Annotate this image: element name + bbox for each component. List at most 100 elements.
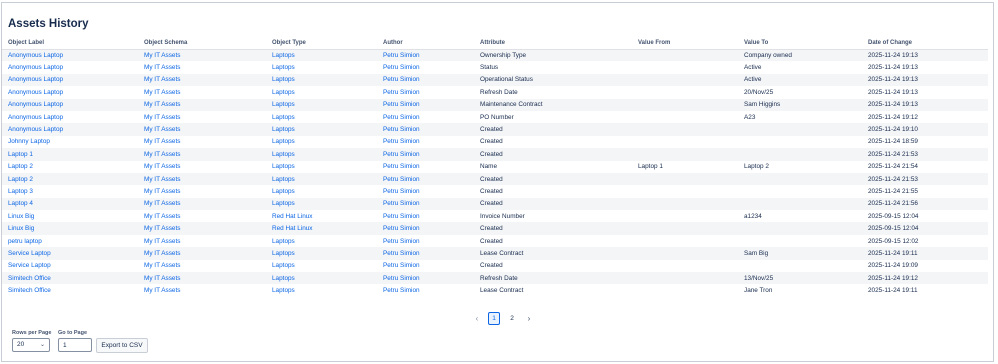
rows-per-page-select[interactable]: 20 ⌄ [12,338,50,352]
object-type-cell[interactable]: Laptops [266,284,377,297]
object-schema-cell[interactable]: My IT Assets [138,185,266,198]
object-type-cell[interactable]: Red Hat Linux [266,222,377,235]
author-cell[interactable]: Petru Simion [377,98,474,111]
object-type-cell[interactable]: Laptops [266,86,377,99]
object-label-cell[interactable]: Simitech Office [2,272,138,285]
object-type-cell[interactable]: Laptops [266,98,377,111]
object-schema-cell[interactable]: My IT Assets [138,272,266,285]
author-cell[interactable]: Petru Simion [377,222,474,235]
author-cell[interactable]: Petru Simion [377,272,474,285]
object-schema-cell[interactable]: My IT Assets [138,284,266,297]
date-of-change-cell: 2025-11-24 18:59 [862,135,988,149]
author-cell[interactable]: Petru Simion [377,110,474,124]
object-label-cell[interactable]: Laptop 2 [2,160,138,173]
object-label-cell[interactable]: Laptop 3 [2,185,138,198]
object-type-cell[interactable]: Laptops [266,247,377,260]
author-cell[interactable]: Petru Simion [377,148,474,161]
author-cell[interactable]: Petru Simion [377,49,474,62]
author-cell[interactable]: Petru Simion [377,86,474,99]
object-label-cell[interactable]: Laptop 4 [2,197,138,211]
object-type-cell[interactable]: Laptops [266,148,377,161]
object-label-cell[interactable]: Johnny Laptop [2,135,138,149]
object-label-cell[interactable]: Anonymous Laptop [2,61,138,74]
chevron-right-icon[interactable]: › [524,314,534,323]
object-type-cell[interactable]: Laptops [266,123,377,136]
page-button-2[interactable]: 2 [506,312,518,325]
object-label-cell[interactable]: Service Laptop [2,259,138,273]
object-type-cell[interactable]: Laptops [266,172,377,186]
table-row: Johnny Laptop My IT Assets Laptops Petru Si… [2,135,988,149]
export-csv-button[interactable]: Export to CSV [96,338,148,353]
chevron-left-icon[interactable]: ‹ [472,314,482,323]
author-cell[interactable]: Petru Simion [377,197,474,211]
object-schema-cell[interactable]: My IT Assets [138,86,266,99]
object-schema-cell[interactable]: My IT Assets [138,197,266,211]
object-label-cell[interactable]: Laptop 2 [2,172,138,186]
author-cell[interactable]: Petru Simion [377,135,474,149]
object-label-cell[interactable]: Anonymous Laptop [2,123,138,136]
object-schema-cell[interactable]: My IT Assets [138,110,266,124]
go-to-page-input[interactable] [58,338,92,352]
object-type-cell[interactable]: Laptops [266,234,377,248]
object-type-cell[interactable]: Laptops [266,61,377,74]
attribute-cell: Created [474,123,632,136]
object-schema-cell[interactable]: My IT Assets [138,148,266,161]
object-label-cell[interactable]: petru laptop [2,234,138,248]
page-button-1[interactable]: 1 [488,311,500,325]
object-type-cell[interactable]: Laptops [266,160,377,173]
object-type-cell[interactable]: Laptops [266,197,377,211]
object-type-cell[interactable]: Laptops [266,259,377,273]
object-schema-cell[interactable]: My IT Assets [138,49,266,62]
object-label-cell[interactable]: Laptop 1 [2,148,138,161]
author-cell[interactable]: Petru Simion [377,234,474,248]
object-label-cell[interactable]: Anonymous Laptop [2,49,138,62]
object-label-cell[interactable]: Anonymous Laptop [2,73,138,87]
value-from-cell [632,234,738,248]
object-type-cell[interactable]: Laptops [266,185,377,198]
object-type-cell[interactable]: Laptops [266,135,377,149]
value-to-cell: Sam Big [738,247,862,260]
table-row: Anonymous Laptop My IT Assets Laptops Petru… [2,49,988,62]
date-of-change-cell: 2025-09-15 12:02 [862,234,988,248]
table-row: Anonymous Laptop My IT Assets Laptops Petru… [2,61,988,74]
object-label-cell[interactable]: Simitech Office [2,284,138,297]
object-schema-cell[interactable]: My IT Assets [138,210,266,223]
object-label-cell[interactable]: Anonymous Laptop [2,86,138,99]
author-cell[interactable]: Petru Simion [377,185,474,198]
object-schema-cell[interactable]: My IT Assets [138,259,266,273]
author-cell[interactable]: Petru Simion [377,259,474,273]
object-schema-cell[interactable]: My IT Assets [138,222,266,235]
object-type-cell[interactable]: Laptops [266,110,377,124]
attribute-cell: Created [474,197,632,211]
object-schema-cell[interactable]: My IT Assets [138,234,266,248]
value-to-cell: a1234 [738,210,862,223]
date-of-change-cell: 2025-11-24 19:11 [862,284,988,297]
object-type-cell[interactable]: Red Hat Linux [266,210,377,223]
object-schema-cell[interactable]: My IT Assets [138,135,266,149]
author-cell[interactable]: Petru Simion [377,284,474,297]
object-type-cell[interactable]: Laptops [266,272,377,285]
attribute-cell: Maintenance Contract [474,98,632,111]
object-schema-cell[interactable]: My IT Assets [138,247,266,260]
object-label-cell[interactable]: Anonymous Laptop [2,98,138,111]
author-cell[interactable]: Petru Simion [377,123,474,136]
author-cell[interactable]: Petru Simion [377,247,474,260]
author-cell[interactable]: Petru Simion [377,160,474,173]
object-label-cell[interactable]: Service Laptop [2,247,138,260]
object-label-cell[interactable]: Linux Big [2,210,138,223]
author-cell[interactable]: Petru Simion [377,210,474,223]
object-schema-cell[interactable]: My IT Assets [138,61,266,74]
object-schema-cell[interactable]: My IT Assets [138,98,266,111]
author-cell[interactable]: Petru Simion [377,172,474,186]
object-label-cell[interactable]: Anonymous Laptop [2,110,138,124]
object-schema-cell[interactable]: My IT Assets [138,123,266,136]
object-schema-cell[interactable]: My IT Assets [138,73,266,87]
value-to-cell [738,148,862,161]
object-type-cell[interactable]: Laptops [266,73,377,87]
author-cell[interactable]: Petru Simion [377,73,474,87]
object-label-cell[interactable]: Linux Big [2,222,138,235]
object-schema-cell[interactable]: My IT Assets [138,172,266,186]
object-type-cell[interactable]: Laptops [266,49,377,62]
author-cell[interactable]: Petru Simion [377,61,474,74]
object-schema-cell[interactable]: My IT Assets [138,160,266,173]
